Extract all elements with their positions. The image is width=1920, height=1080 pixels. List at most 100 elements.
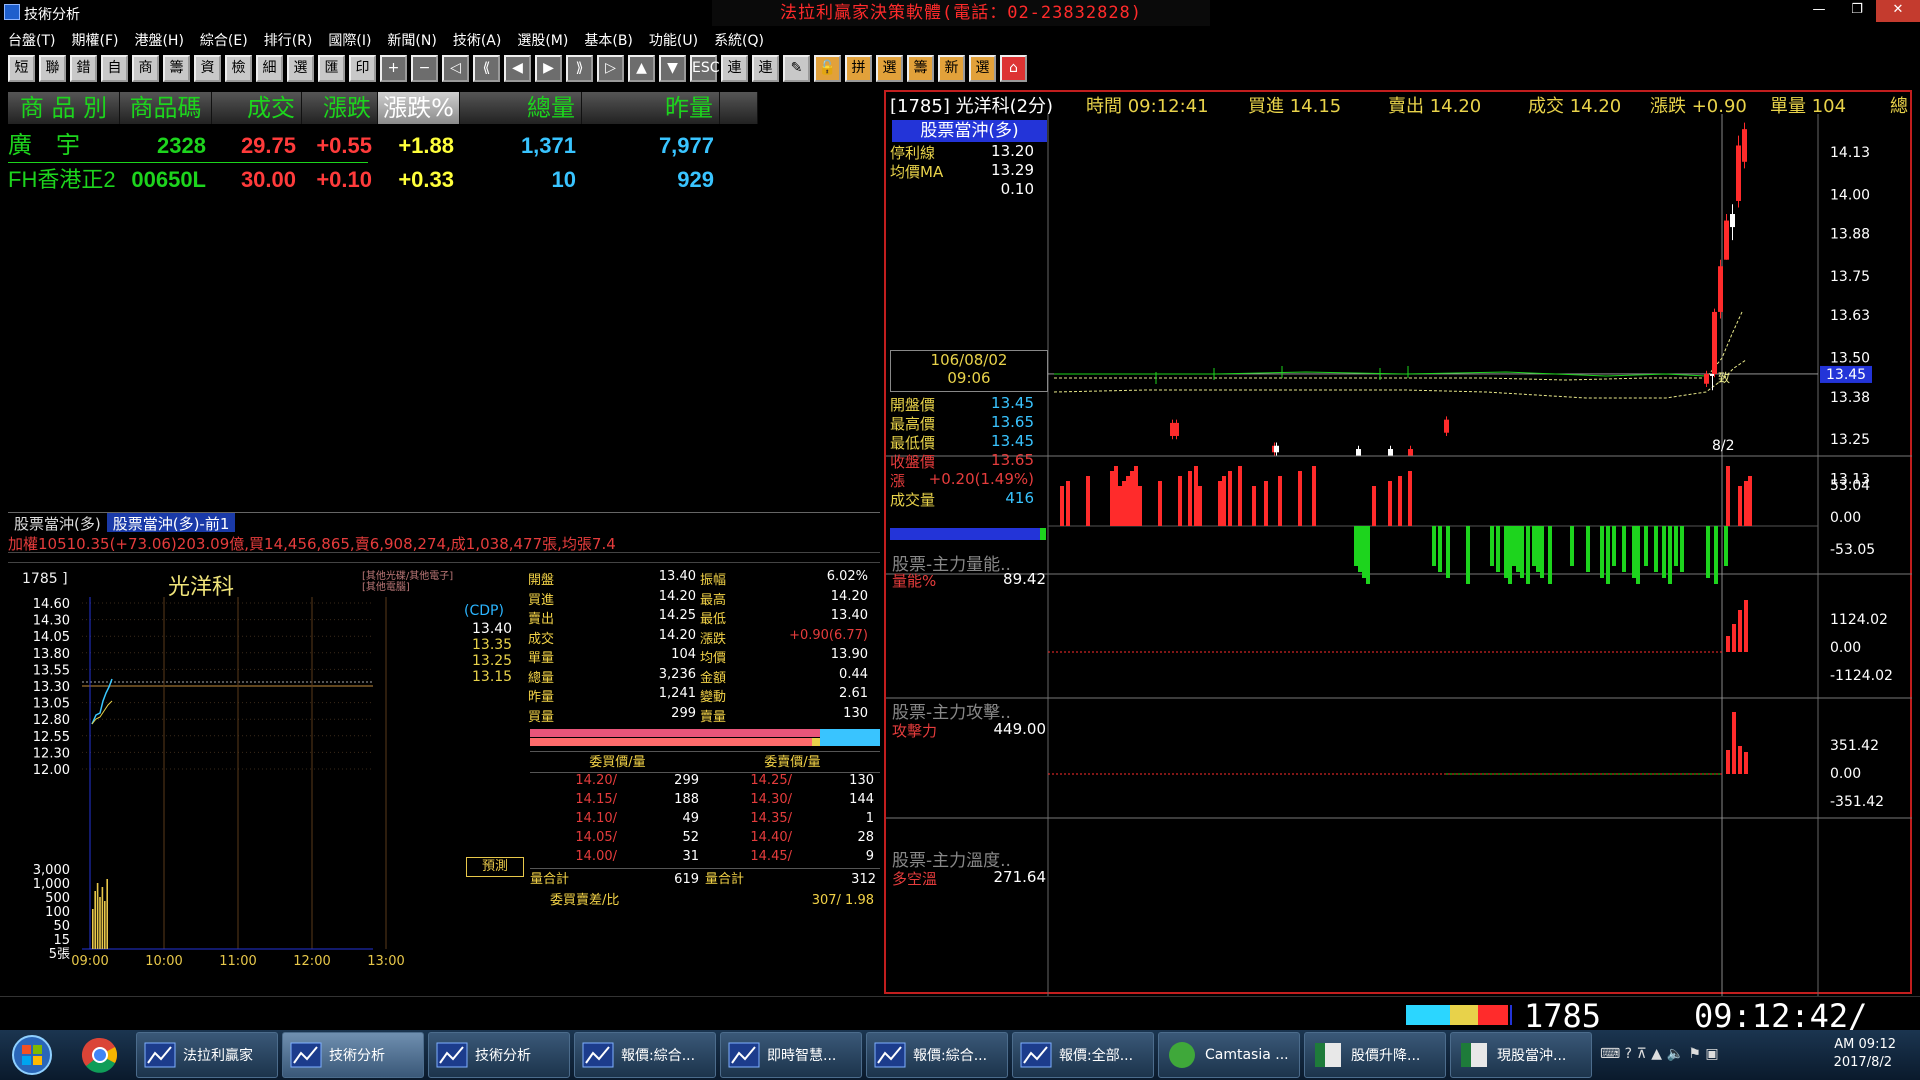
toolbar-button[interactable]: ◀ <box>504 55 531 82</box>
taskbar-item[interactable]: 報價:綜合... <box>574 1032 716 1078</box>
row-prev-volume: 7,977 <box>658 133 714 158</box>
toolbar-button[interactable]: 匯 <box>318 55 345 82</box>
taskbar-item[interactable]: 技術分析 <box>282 1032 424 1078</box>
toolbar-button[interactable]: − <box>411 55 438 82</box>
toolbar-button[interactable]: + <box>380 55 407 82</box>
toolbar-button[interactable]: 連 <box>752 55 779 82</box>
close-icon[interactable]: ✕ <box>1876 0 1920 22</box>
maximize-icon[interactable]: ❐ <box>1838 0 1876 22</box>
toolbar-button[interactable]: 資 <box>194 55 221 82</box>
menu-screener[interactable]: 選股(M) <box>509 28 576 50</box>
quote-value: 3,236 <box>658 666 696 682</box>
taskbar-item[interactable]: 法拉利贏家 <box>136 1032 278 1078</box>
predict-button[interactable]: 預測 <box>466 857 524 877</box>
menu-fundamental[interactable]: 基本(B) <box>576 28 641 50</box>
bid-price[interactable]: 14.00/ <box>530 849 625 868</box>
toolbar-button[interactable]: 選 <box>969 55 996 82</box>
toolbar-button[interactable]: 新 <box>938 55 965 82</box>
toolbar-button[interactable]: 檢 <box>225 55 252 82</box>
menu-ranking[interactable]: 排行(R) <box>256 28 321 50</box>
ask-price[interactable]: 14.40/ <box>705 830 800 849</box>
clock-date[interactable]: 2017/8/2 <box>1834 1055 1892 1070</box>
taskbar-item[interactable]: 現股當沖... <box>1450 1032 1592 1078</box>
col-change[interactable]: 漲跌 <box>302 92 378 124</box>
chrome-icon[interactable] <box>64 1030 136 1080</box>
menu-system[interactable]: 系統(Q) <box>706 28 772 50</box>
toolbar-button[interactable]: ✎ <box>783 55 810 82</box>
toolbar-button[interactable]: 商 <box>132 55 159 82</box>
ask-price[interactable]: 14.30/ <box>705 792 800 811</box>
menu-composite[interactable]: 綜合(E) <box>192 28 256 50</box>
table-row[interactable]: FH香港正2 00650L 30.00 +0.10 +0.33 10 929 <box>8 164 720 196</box>
menu-hk[interactable]: 港盤(H) <box>126 28 191 50</box>
sub3-bar <box>1738 746 1742 774</box>
menu-futures[interactable]: 期權(F) <box>63 28 126 50</box>
toolbar-button[interactable]: 連 <box>721 55 748 82</box>
col-price[interactable]: 成交 <box>212 92 302 124</box>
bid-price[interactable]: 14.05/ <box>530 830 625 849</box>
toolbar-button[interactable]: 拼 <box>845 55 872 82</box>
menu-international[interactable]: 國際(I) <box>320 28 379 50</box>
ask-price[interactable]: 14.25/ <box>705 773 800 792</box>
toolbar-button[interactable]: 錯 <box>70 55 97 82</box>
taskbar-item[interactable]: 股價升降... <box>1304 1032 1446 1078</box>
col-name[interactable]: 商 品 別 <box>8 92 120 124</box>
taskbar-item[interactable]: 技術分析 <box>428 1032 570 1078</box>
sub1-bar <box>1222 476 1226 526</box>
col-scroll[interactable] <box>720 92 758 124</box>
menu-technical[interactable]: 技術(A) <box>445 28 510 50</box>
toolbar-button[interactable]: ▲ <box>628 55 655 82</box>
toolbar-button[interactable]: 細 <box>256 55 283 82</box>
clock-time[interactable]: AM 09:12 <box>1834 1037 1896 1052</box>
toolbar-button[interactable]: ⟫ <box>566 55 593 82</box>
col-code[interactable]: 商品碼 <box>120 92 212 124</box>
taskbar-item[interactable]: 報價:綜合... <box>866 1032 1008 1078</box>
menu-taipan[interactable]: 台盤(T) <box>0 28 63 50</box>
menu-news[interactable]: 新聞(N) <box>379 28 444 50</box>
bid-price[interactable]: 14.15/ <box>530 792 625 811</box>
sub1-bar <box>1520 526 1524 578</box>
bid-price[interactable]: 14.10/ <box>530 811 625 830</box>
ohlc-label: 開盤價 <box>890 396 936 414</box>
toolbar-button[interactable]: ⌂ <box>1000 55 1027 82</box>
intraday-chart[interactable]: 14.60 14.3014.05 13.8013.55 13.30 13.0512.80… <box>8 593 528 993</box>
col-prev-volume[interactable]: 昨量 <box>582 92 720 124</box>
col-volume[interactable]: 總量 <box>460 92 582 124</box>
ask-price[interactable]: 14.45/ <box>705 849 800 868</box>
taskbar-item[interactable]: 即時智慧... <box>720 1032 862 1078</box>
toolbar-button[interactable]: ▶ <box>535 55 562 82</box>
bid-price[interactable]: 14.20/ <box>530 773 625 792</box>
toolbar-button[interactable]: ◁ <box>442 55 469 82</box>
price-tick: 13.63 <box>1830 308 1870 324</box>
taskbar-item[interactable]: 報價:全部... <box>1012 1032 1154 1078</box>
chart-symbol[interactable]: [1785] 光洋科(2分) <box>890 92 1053 114</box>
start-button[interactable] <box>0 1030 64 1080</box>
toolbar-button[interactable]: ESC <box>690 55 720 82</box>
strategy-title[interactable]: 股票當沖(多) <box>892 120 1047 142</box>
toolbar-button[interactable]: ⟪ <box>473 55 500 82</box>
minimize-icon[interactable]: — <box>1800 0 1838 22</box>
taskbar-item[interactable]: Camtasia ... <box>1158 1032 1300 1078</box>
sub1-bar <box>1714 526 1718 584</box>
toolbar-button[interactable]: 短 <box>8 55 35 82</box>
toolbar-button[interactable]: ▷ <box>597 55 624 82</box>
toolbar-button[interactable]: 🔓 <box>814 55 841 82</box>
volume-tick: 1,000 <box>33 877 70 892</box>
tab-daytrade-long-prev[interactable]: 股票當沖(多)-前1 <box>106 513 236 533</box>
tab-daytrade-long[interactable]: 股票當沖(多) <box>8 513 107 533</box>
toolbar-button[interactable]: ▼ <box>659 55 686 82</box>
toolbar-button[interactable]: 聯 <box>39 55 66 82</box>
table-row[interactable]: 廣 宇 2328 29.75 +0.55 +1.88 1,371 7,977 <box>8 130 720 162</box>
menu-function[interactable]: 功能(U) <box>641 28 706 50</box>
toolbar-button[interactable]: 印 <box>349 55 376 82</box>
toolbar-button[interactable]: 自 <box>101 55 128 82</box>
candlestick-chart[interactable]: 14.13 14.00 13.88 13.75 13.63 13.50 13.38 13.25… <box>886 114 1912 996</box>
ask-price[interactable]: 14.35/ <box>705 811 800 830</box>
tray-icons[interactable]: ⌨ ? ⊼ ▲ 🔈 ⚑ ▣ <box>1600 1046 1719 1062</box>
toolbar-button[interactable]: 籌 <box>163 55 190 82</box>
toolbar-button[interactable]: 選 <box>876 55 903 82</box>
toolbar-button[interactable]: 選 <box>287 55 314 82</box>
toolbar-button[interactable]: 籌 <box>907 55 934 82</box>
sub1-bar <box>1586 526 1590 572</box>
col-pct[interactable]: 漲跌% <box>378 92 460 124</box>
